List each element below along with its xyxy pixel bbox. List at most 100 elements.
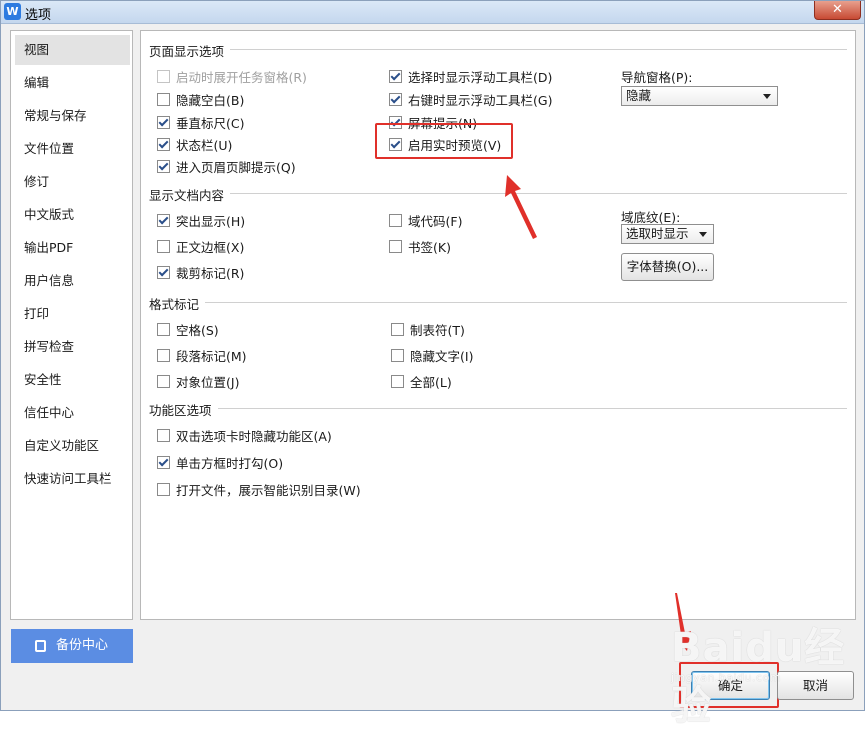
checkbox-float-toolbar-right-click[interactable]: 右键时显示浮动工具栏(G) — [389, 90, 552, 109]
checkbox-box — [157, 266, 170, 279]
checkbox-label: 书签(K) — [408, 240, 451, 255]
checkbox-box — [389, 214, 402, 227]
checkbox-box — [389, 93, 402, 106]
checkbox-box — [391, 349, 404, 362]
font-replace-button[interactable]: 字体替换(O)... — [621, 253, 714, 281]
nav-item-trust-center[interactable]: 信任中心 — [15, 398, 130, 428]
checkbox-vertical-ruler[interactable]: 垂直标尺(C) — [157, 113, 244, 132]
checkbox-label: 空格(S) — [176, 323, 219, 338]
checkbox-tab-characters[interactable]: 制表符(T) — [391, 320, 465, 339]
checkbox-label: 裁剪标记(R) — [176, 266, 245, 281]
checkbox-box — [157, 375, 170, 388]
baidu-jingyan-watermark: Baidu经验 jingyan.baidu.com — [667, 613, 862, 729]
checkbox-box — [389, 240, 402, 253]
checkbox-label: 段落标记(M) — [176, 349, 247, 364]
section-divider — [149, 302, 847, 303]
close-button[interactable]: ✕ — [814, 1, 861, 20]
checkbox-box — [157, 214, 170, 227]
checkbox-expand-task-pane[interactable]: 启动时展开任务窗格(R) — [157, 67, 307, 86]
checkbox-highlight[interactable]: 突出显示(H) — [157, 211, 245, 230]
nav-item-file-location[interactable]: 文件位置 — [15, 134, 130, 164]
field-shading-value: 选取时显示 — [626, 226, 689, 241]
checkbox-label: 对象位置(J) — [176, 375, 240, 390]
red-arrow-icon — [505, 175, 537, 239]
checkbox-paragraph-marks[interactable]: 段落标记(M) — [157, 346, 247, 365]
checkbox-all-marks[interactable]: 全部(L) — [391, 372, 452, 391]
view-options-panel: 页面显示选项 启动时展开任务窗格(R) 隐藏空白(B) 垂直标尺(C) 状态栏(… — [140, 30, 856, 620]
section-title-document-content: 显示文档内容 — [149, 185, 231, 204]
checkbox-label: 正文边框(X) — [176, 240, 245, 255]
field-shading-select[interactable]: 选取时显示 — [621, 224, 714, 244]
backup-center-button[interactable]: 备份中心 — [11, 629, 133, 663]
checkbox-box — [157, 349, 170, 362]
nav-pane-select[interactable]: 隐藏 — [621, 86, 778, 106]
checkbox-crop-marks[interactable]: 裁剪标记(R) — [157, 263, 244, 282]
checkbox-dblclick-hide-ribbon[interactable]: 双击选项卡时隐藏功能区(A) — [157, 426, 332, 445]
checkbox-text-boundaries[interactable]: 正文边框(X) — [157, 237, 244, 256]
checkbox-box — [389, 70, 402, 83]
checkbox-label: 垂直标尺(C) — [176, 116, 245, 131]
checkbox-smart-toc[interactable]: 打开文件，展示智能识别目录(W) — [157, 480, 361, 499]
section-title-page-display: 页面显示选项 — [149, 41, 231, 60]
checkbox-box — [157, 93, 170, 106]
nav-item-quick-access-toolbar[interactable]: 快速访问工具栏 — [15, 464, 130, 494]
backup-center-label: 备份中心 — [56, 638, 109, 653]
options-nav: 视图 编辑 常规与保存 文件位置 修订 中文版式 输出PDF 用户信息 打印 拼… — [10, 30, 133, 620]
section-title-format-marks: 格式标记 — [149, 294, 206, 313]
checkbox-status-bar[interactable]: 状态栏(U) — [157, 135, 232, 154]
checkbox-label: 状态栏(U) — [176, 138, 233, 153]
checkbox-bookmarks[interactable]: 书签(K) — [389, 237, 451, 256]
checkbox-box — [157, 323, 170, 336]
section-divider — [149, 49, 847, 50]
wps-writer-icon: W — [4, 3, 21, 20]
checkbox-object-anchors[interactable]: 对象位置(J) — [157, 372, 239, 391]
checkbox-box — [157, 70, 170, 83]
checkbox-box — [157, 429, 170, 442]
nav-item-print[interactable]: 打印 — [15, 299, 130, 329]
checkbox-label: 隐藏文字(I) — [410, 349, 474, 364]
checkbox-spaces[interactable]: 空格(S) — [157, 320, 219, 339]
checkbox-float-toolbar-select[interactable]: 选择时显示浮动工具栏(D) — [389, 67, 552, 86]
options-dialog: W 选项 ✕ 视图 编辑 常规与保存 文件位置 修订 中文版式 输出PDF 用户… — [0, 0, 865, 729]
checkbox-box — [157, 160, 170, 173]
checkbox-label: 制表符(T) — [410, 323, 465, 338]
checkbox-label: 进入页眉页脚提示(Q) — [176, 160, 296, 175]
nav-item-chinese-layout[interactable]: 中文版式 — [15, 200, 130, 230]
checkbox-box — [391, 323, 404, 336]
backup-icon — [35, 640, 46, 652]
checkbox-box — [157, 138, 170, 151]
dropdown-arrow-icon — [763, 94, 771, 99]
window-title: 选项 — [25, 8, 52, 23]
nav-pane-label: 导航窗格(P): — [621, 70, 693, 85]
checkbox-field-codes[interactable]: 域代码(F) — [389, 211, 462, 230]
nav-item-customize-ribbon[interactable]: 自定义功能区 — [15, 431, 130, 461]
nav-item-edit[interactable]: 编辑 — [15, 68, 130, 98]
checkbox-header-footer-hint[interactable]: 进入页眉页脚提示(Q) — [157, 157, 296, 176]
watermark-url: jingyan.baidu.com — [671, 671, 782, 684]
nav-item-general-save[interactable]: 常规与保存 — [15, 101, 130, 131]
checkbox-hide-blank[interactable]: 隐藏空白(B) — [157, 90, 244, 109]
checkbox-label: 选择时显示浮动工具栏(D) — [408, 70, 553, 85]
checkbox-box — [157, 456, 170, 469]
checkbox-label: 右键时显示浮动工具栏(G) — [408, 93, 553, 108]
nav-pane-value: 隐藏 — [626, 88, 652, 103]
nav-item-security[interactable]: 安全性 — [15, 365, 130, 395]
checkbox-hidden-text[interactable]: 隐藏文字(I) — [391, 346, 473, 365]
checkbox-label: 全部(L) — [410, 375, 452, 390]
nav-item-user-info[interactable]: 用户信息 — [15, 266, 130, 296]
live-preview-highlight — [375, 123, 513, 159]
checkbox-label: 打开文件，展示智能识别目录(W) — [176, 483, 361, 498]
nav-item-output-pdf[interactable]: 输出PDF — [15, 233, 130, 263]
close-icon: ✕ — [832, 2, 843, 17]
nav-item-view[interactable]: 视图 — [15, 35, 130, 65]
dropdown-arrow-icon — [699, 232, 707, 237]
checkbox-label: 双击选项卡时隐藏功能区(A) — [176, 429, 332, 444]
checkbox-box — [391, 375, 404, 388]
checkbox-box — [157, 483, 170, 496]
nav-item-revision[interactable]: 修订 — [15, 167, 130, 197]
checkbox-label: 隐藏空白(B) — [176, 93, 245, 108]
checkbox-click-box-check[interactable]: 单击方框时打勾(O) — [157, 453, 283, 472]
nav-item-spell-check[interactable]: 拼写检查 — [15, 332, 130, 362]
checkbox-label: 突出显示(H) — [176, 214, 246, 229]
checkbox-box — [157, 240, 170, 253]
